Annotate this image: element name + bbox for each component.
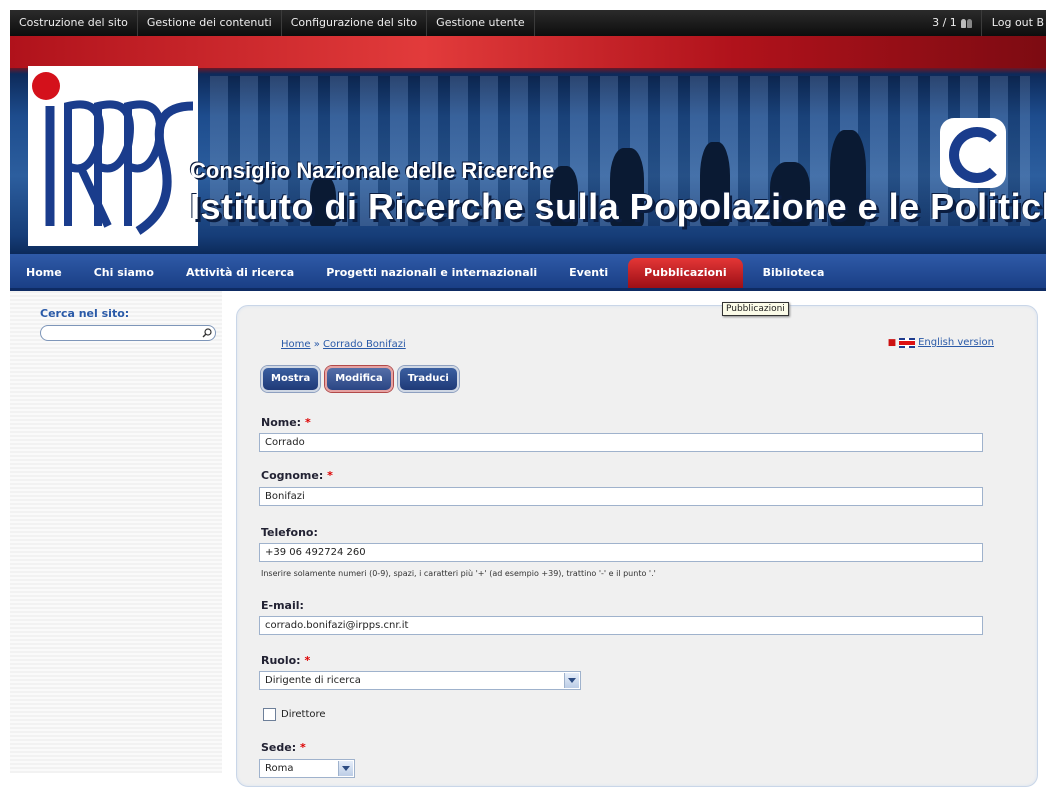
nav-tab-home[interactable]: Home <box>10 258 78 288</box>
ruolo-select[interactable]: Dirigente di ricerca <box>259 671 581 690</box>
direttore-label: Direttore <box>281 709 326 720</box>
admin-menu-config[interactable]: Configurazione del sito <box>282 10 428 36</box>
nav-tab-eventi[interactable]: Eventi <box>553 258 624 288</box>
chevron-down-icon[interactable] <box>338 761 353 776</box>
logout-link[interactable]: Log out B <box>982 10 1046 36</box>
nav-tab-attivita[interactable]: Attività di ricerca <box>170 258 310 288</box>
tab-modifica[interactable]: Modifica <box>325 366 393 392</box>
admin-menu-content[interactable]: Gestione dei contenuti <box>138 10 282 36</box>
cnr-title: Consiglio Nazionale delle Ricerche <box>190 158 555 183</box>
english-version-link[interactable]: English version <box>918 337 994 348</box>
user-counter-label: 3 / 1 <box>932 16 957 29</box>
cognome-input[interactable] <box>259 487 983 506</box>
required-mark: * <box>304 654 311 667</box>
nome-label-text: Nome: <box>261 416 302 429</box>
ruolo-label-text: Ruolo: <box>261 654 301 667</box>
irpps-logo-graphic <box>32 72 194 235</box>
nav-tab-progetti[interactable]: Progetti nazionali e internazionali <box>310 258 553 288</box>
direttore-checkbox[interactable] <box>263 708 276 721</box>
users-icon <box>960 18 973 28</box>
cognome-label: Cognome: * <box>261 469 333 482</box>
tooltip: Pubblicazioni <box>722 302 789 316</box>
breadcrumb-home-link[interactable]: Home <box>281 339 311 350</box>
ruolo-label: Ruolo: * <box>261 654 310 667</box>
nome-input[interactable] <box>259 433 983 452</box>
cognome-label-text: Cognome: <box>261 469 324 482</box>
admin-toolbar: Costruzione del sito Gestione dei conten… <box>10 10 1046 36</box>
search-icon[interactable] <box>202 328 212 338</box>
node-action-tabs: Mostra Modifica Traduci <box>261 366 459 392</box>
site-header-banner: Consiglio Nazionale delle Ricerche Istit… <box>10 36 1046 254</box>
breadcrumb: Home » Corrado Bonifazi <box>281 339 406 350</box>
sede-label-text: Sede: <box>261 741 297 754</box>
nome-label: Nome: * <box>261 416 311 429</box>
chevron-down-icon[interactable] <box>564 673 579 688</box>
language-switch: ■ English version <box>888 337 994 348</box>
content-panel: Home » Corrado Bonifazi ■ English versio… <box>236 305 1038 787</box>
telefono-input[interactable] <box>259 543 983 562</box>
required-mark: * <box>299 741 306 754</box>
bullet-icon: ■ <box>887 337 897 348</box>
telefono-hint: Inserire solamente numeri (0-9), spazi, … <box>261 569 656 578</box>
admin-toolbar-right: 3 / 1 Log out B <box>924 10 1046 36</box>
search-label: Cerca nel sito: <box>40 307 130 320</box>
cnr-logo-mark <box>949 127 1005 183</box>
direttore-row: Direttore <box>263 708 326 721</box>
breadcrumb-separator: » <box>313 339 320 350</box>
required-mark: * <box>304 416 311 429</box>
left-sidebar: Cerca nel sito: <box>10 291 222 773</box>
admin-menu-build[interactable]: Costruzione del sito <box>10 10 138 36</box>
admin-menu-users[interactable]: Gestione utente <box>427 10 535 36</box>
telefono-label: Telefono: <box>261 526 318 539</box>
nav-tab-chi-siamo[interactable]: Chi siamo <box>78 258 170 288</box>
main-navigation: Home Chi siamo Attività di ricerca Proge… <box>10 254 1046 291</box>
nav-tab-biblioteca[interactable]: Biblioteca <box>747 258 841 288</box>
cnr-logo[interactable] <box>940 118 1006 188</box>
user-counter[interactable]: 3 / 1 <box>924 10 982 36</box>
sede-selected-value: Roma <box>265 763 294 774</box>
tab-mostra[interactable]: Mostra <box>261 366 321 392</box>
institute-title: Istituto di Ricerche sulla Popolazione e… <box>190 186 1046 227</box>
required-mark: * <box>327 469 333 482</box>
breadcrumb-current-link[interactable]: Corrado Bonifazi <box>323 339 406 350</box>
sede-label: Sede: * <box>261 741 306 754</box>
email-input[interactable] <box>259 616 983 635</box>
banner-red-band <box>10 36 1046 68</box>
email-label-text: E-mail: <box>261 599 304 612</box>
irpps-logo[interactable] <box>28 66 198 246</box>
tab-traduci[interactable]: Traduci <box>397 366 459 392</box>
sede-select[interactable]: Roma <box>259 759 355 778</box>
telefono-label-text: Telefono: <box>261 526 318 539</box>
email-label: E-mail: <box>261 599 304 612</box>
site-search-input[interactable] <box>40 325 216 341</box>
uk-flag-icon <box>899 337 916 348</box>
ruolo-selected-value: Dirigente di ricerca <box>265 675 361 686</box>
nav-tab-pubblicazioni[interactable]: Pubblicazioni <box>628 258 743 288</box>
